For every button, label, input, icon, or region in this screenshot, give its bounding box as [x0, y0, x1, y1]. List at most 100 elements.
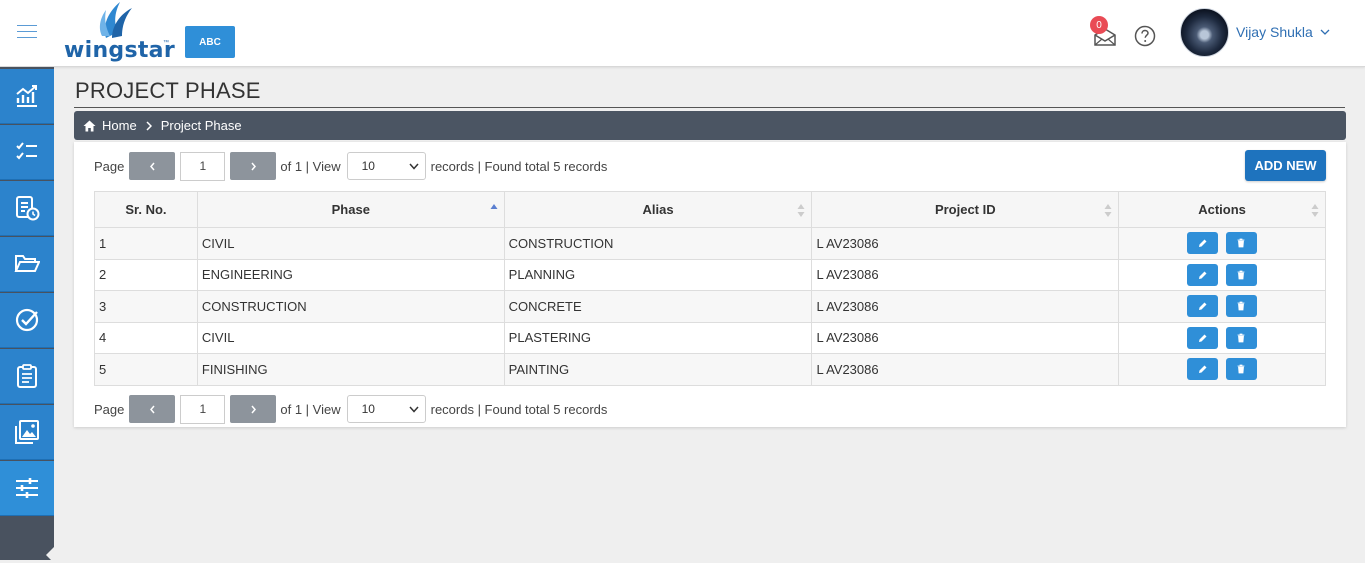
chevron-left-icon	[149, 162, 155, 170]
add-new-button[interactable]: ADD NEW	[1245, 150, 1326, 181]
clipboard-icon	[17, 364, 37, 388]
cell-actions	[1118, 290, 1326, 323]
username[interactable]: Vijay Shukla	[1236, 24, 1313, 40]
logo-wing-icon	[99, 2, 132, 38]
page-number-input[interactable]: 1	[180, 151, 226, 181]
delete-button[interactable]	[1225, 295, 1257, 318]
title-divider	[74, 107, 1345, 108]
sort-both-icon	[1311, 204, 1319, 217]
records-text: records | Found total 5 records	[430, 401, 608, 417]
table-row: 2 ENGINEERING PLANNING L AV23086	[94, 258, 1326, 291]
cell-project-id: L AV23086	[811, 290, 1120, 323]
col-header-label: Alias	[642, 202, 674, 217]
col-header-sr-no[interactable]: Sr. No.	[94, 191, 198, 228]
sidebar-item-analytics[interactable]	[0, 69, 54, 124]
delete-button[interactable]	[1225, 232, 1257, 255]
cell-project-id: L AV23086	[811, 258, 1120, 291]
page-of-text: of 1 | View	[280, 401, 341, 417]
sidebar-item-checklist[interactable]	[0, 125, 54, 180]
content-card: Page 1 of 1 | View 10 records | Found to…	[74, 142, 1346, 427]
col-header-label: Sr. No.	[125, 202, 167, 217]
table-row: 4 CIVIL PLASTERING L AV23086	[94, 321, 1326, 354]
chevron-right-icon	[146, 120, 152, 131]
delete-button[interactable]	[1225, 263, 1257, 286]
chevron-down-icon	[409, 406, 419, 413]
logo-text: wingstar	[64, 38, 175, 63]
table-row: 5 FINISHING PAINTING L AV23086	[94, 353, 1326, 386]
trash-icon	[1237, 364, 1245, 374]
next-page-button[interactable]	[230, 152, 277, 180]
hamburger-menu-icon[interactable]	[17, 25, 37, 39]
pencil-icon	[1198, 334, 1207, 342]
edit-button[interactable]	[1187, 358, 1219, 381]
sidebar-item-gallery[interactable]	[0, 405, 54, 460]
col-header-alias[interactable]: Alias	[503, 191, 813, 228]
prev-page-button[interactable]	[129, 395, 176, 423]
cell-alias: CONSTRUCTION	[503, 227, 813, 260]
delete-button[interactable]	[1225, 326, 1257, 349]
wingstar-logo[interactable]: wingstar ™	[62, 0, 175, 66]
edit-button[interactable]	[1187, 263, 1219, 286]
sort-both-icon	[1104, 204, 1112, 217]
delete-button[interactable]	[1225, 358, 1257, 381]
records-text: records | Found total 5 records	[430, 158, 608, 174]
cell-sr-no: 2	[94, 258, 198, 291]
home-icon[interactable]	[83, 120, 96, 132]
trash-icon	[1237, 333, 1245, 343]
pencil-icon	[1198, 365, 1207, 374]
notification-badge: 0	[1090, 16, 1108, 34]
pencil-icon	[1198, 271, 1207, 279]
view-count-select[interactable]: 10	[346, 152, 426, 180]
sidebar-item-reports[interactable]	[0, 181, 54, 236]
abc-button[interactable]: ABC	[185, 26, 235, 58]
edit-button[interactable]	[1187, 295, 1219, 318]
cell-actions	[1118, 321, 1326, 354]
table-row: 3 CONSTRUCTION CONCRETE L AV23086	[94, 290, 1326, 323]
breadcrumb-current: Project Phase	[160, 118, 242, 133]
view-count-select[interactable]: 10	[346, 395, 426, 423]
edit-button[interactable]	[1187, 232, 1219, 255]
cell-project-id: L AV23086	[811, 353, 1120, 386]
cell-phase: CIVIL	[196, 321, 505, 354]
cell-sr-no: 3	[94, 290, 198, 323]
view-count-value: 10	[361, 159, 375, 173]
cell-actions	[1118, 353, 1326, 386]
page-label: Page	[94, 158, 125, 174]
trash-icon	[1237, 238, 1245, 248]
sidebar-item-folders[interactable]	[0, 237, 54, 292]
chevron-down-icon[interactable]	[1320, 28, 1330, 36]
gallery-icon	[15, 420, 39, 444]
col-header-label: Actions	[1198, 202, 1246, 217]
sidebar-item-tasks[interactable]	[0, 349, 54, 404]
breadcrumb: Home Project Phase	[74, 111, 1346, 140]
check-circle-icon	[15, 308, 39, 332]
cell-phase: FINISHING	[196, 353, 505, 386]
sort-both-icon	[797, 204, 805, 217]
col-header-actions[interactable]: Actions	[1118, 191, 1326, 228]
prev-page-button[interactable]	[129, 152, 176, 180]
breadcrumb-home[interactable]: Home	[102, 118, 137, 133]
edit-button[interactable]	[1187, 326, 1219, 349]
phase-table: Sr. No. Phase Alias Project ID Actions 1…	[94, 191, 1326, 386]
trash-icon	[1237, 270, 1245, 280]
col-header-project-id[interactable]: Project ID	[811, 191, 1120, 228]
cell-sr-no: 1	[94, 227, 198, 260]
page-label: Page	[94, 401, 125, 417]
pencil-icon	[1198, 239, 1207, 248]
help-icon[interactable]	[1134, 25, 1156, 47]
trash-icon	[1237, 301, 1245, 311]
sidebar	[0, 67, 54, 563]
next-page-button[interactable]	[230, 395, 277, 423]
report-clock-icon	[16, 196, 40, 221]
col-header-label: Phase	[331, 202, 370, 217]
page-number-input[interactable]: 1	[180, 394, 226, 424]
top-header: wingstar ™ ABC 0 Vijay Shukla	[0, 0, 1365, 67]
sidebar-item-approvals[interactable]	[0, 293, 54, 348]
table-header-row: Sr. No. Phase Alias Project ID Actions	[94, 191, 1326, 228]
chevron-right-icon	[251, 405, 256, 413]
sidebar-item-settings[interactable]	[0, 461, 54, 516]
cell-sr-no: 4	[94, 321, 198, 354]
col-header-phase[interactable]: Phase	[196, 191, 505, 228]
avatar[interactable]	[1180, 8, 1229, 57]
chevron-left-icon	[149, 405, 155, 413]
